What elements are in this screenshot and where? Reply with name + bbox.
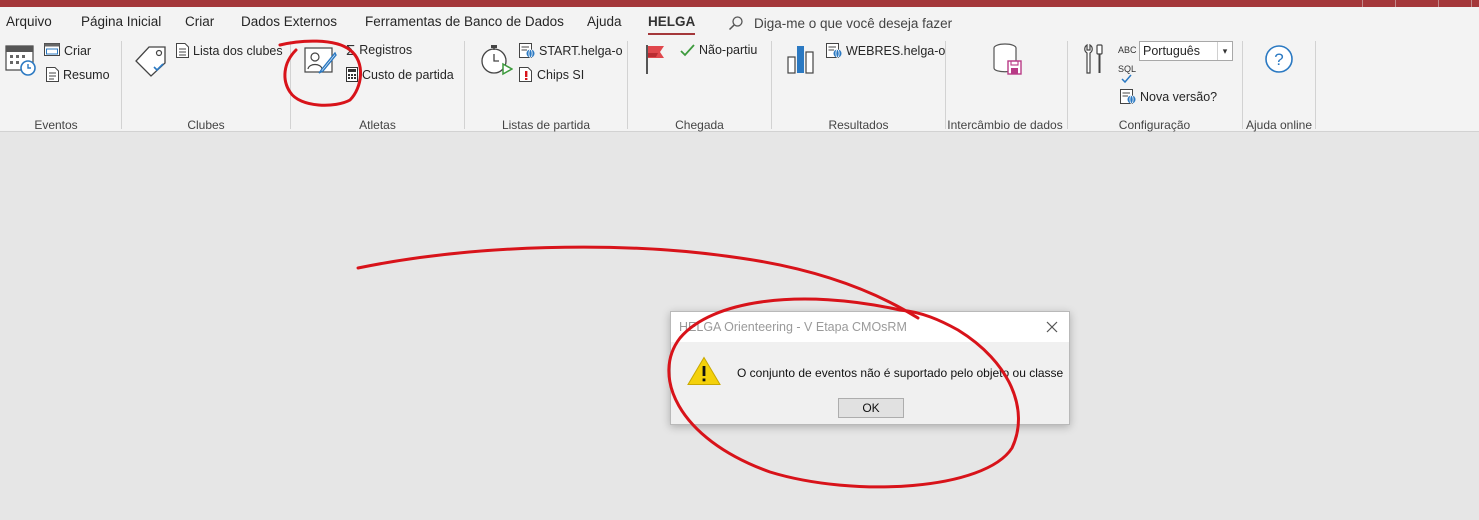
- web-doc-icon: [519, 43, 535, 58]
- group-label-chegada: Chegada: [675, 118, 724, 132]
- calendar-clock-icon: [5, 45, 36, 76]
- calculator-icon: [346, 67, 358, 82]
- group-label-resultados: Resultados: [828, 118, 889, 132]
- group-separator: [771, 41, 772, 129]
- group-label-intercambio: Intercâmbio de dados: [947, 118, 1063, 132]
- group-separator: [1067, 41, 1068, 129]
- tab-ferramentas-bd[interactable]: Ferramentas de Banco de Dados: [365, 14, 564, 29]
- group-separator: [121, 41, 122, 129]
- criar-label: Criar: [64, 43, 92, 58]
- web-doc-icon: [1120, 89, 1136, 104]
- criar-evento-button[interactable]: Criar: [44, 43, 91, 58]
- language-select[interactable]: Português ▾: [1139, 41, 1233, 61]
- chegada-button[interactable]: [645, 43, 669, 78]
- report-icon: [46, 67, 59, 82]
- group-separator: [1315, 41, 1316, 129]
- tab-ajuda[interactable]: Ajuda: [587, 14, 622, 29]
- tools-icon: [1084, 43, 1103, 74]
- group-label-ajuda: Ajuda online: [1245, 118, 1313, 132]
- registros-button[interactable]: Σ Registros: [346, 41, 413, 59]
- window-control-ghost: [1362, 0, 1396, 7]
- search-icon: [728, 16, 743, 31]
- bar-chart-icon: [787, 46, 814, 74]
- webres-helga-label: WEBRES.helga-o: [846, 43, 946, 58]
- group-separator: [290, 41, 291, 129]
- database-save-icon: [993, 43, 1022, 75]
- sigma-icon: Σ: [346, 41, 356, 59]
- group-label-clubes: Clubes: [187, 118, 225, 132]
- ajuda-online-button[interactable]: ?: [1264, 44, 1294, 77]
- webres-helga-button[interactable]: WEBRES.helga-o: [826, 43, 945, 58]
- ribbon: Criar Resumo Eventos Lista dos clubes Cl…: [0, 37, 1479, 132]
- group-separator: [464, 41, 465, 129]
- listas-partida-button[interactable]: [479, 44, 514, 79]
- nao-partiu-label: Não-partiu: [699, 43, 758, 57]
- configuracao-tools-button[interactable]: [1083, 43, 1105, 78]
- tab-pagina-inicial[interactable]: Página Inicial: [81, 14, 161, 29]
- help-icon: ?: [1265, 45, 1293, 73]
- resultados-button[interactable]: [787, 44, 815, 77]
- intercambio-dados-button[interactable]: [993, 43, 1023, 80]
- registros-label: Registros: [359, 43, 413, 57]
- custo-partida-button[interactable]: Custo de partida: [346, 67, 454, 82]
- person-edit-icon: [304, 47, 337, 74]
- chips-si-label: Chips SI: [537, 67, 585, 82]
- group-separator: [945, 41, 946, 129]
- abc-icon: ABC: [1118, 45, 1137, 55]
- dialog-message: O conjunto de eventos não é suportado pe…: [737, 366, 1064, 380]
- doc-alert-icon: [519, 67, 532, 82]
- nao-partiu-button[interactable]: Não-partiu: [680, 43, 757, 57]
- group-separator: [627, 41, 628, 129]
- tell-me-text: Diga-me o que você deseja fazer: [754, 15, 953, 31]
- atletas-edit-button[interactable]: [304, 45, 338, 80]
- resumo-button[interactable]: Resumo: [46, 67, 110, 82]
- web-doc-icon: [826, 43, 842, 58]
- chips-si-button[interactable]: Chips SI: [519, 67, 584, 82]
- close-button[interactable]: [1041, 316, 1063, 338]
- error-dialog: HELGA Orienteering - V Etapa CMOsRM O co…: [670, 311, 1070, 425]
- check-icon: [1121, 74, 1132, 84]
- eventos-button[interactable]: [5, 43, 37, 80]
- start-helga-label: START.helga-o: [539, 43, 623, 58]
- close-icon: [1046, 321, 1058, 333]
- custo-partida-label: Custo de partida: [362, 67, 454, 82]
- svg-text:?: ?: [1274, 50, 1283, 69]
- clubes-button[interactable]: [134, 45, 168, 80]
- sql-label: SQL: [1118, 64, 1137, 74]
- ribbon-tabs: Arquivo Página Inicial Criar Dados Exter…: [0, 7, 1479, 37]
- dialog-title-bar: HELGA Orienteering - V Etapa CMOsRM: [671, 312, 1069, 342]
- new-form-icon: [44, 43, 60, 56]
- window-control-ghost: [1438, 0, 1472, 7]
- finish-flag-icon: [646, 45, 664, 74]
- nova-versao-label: Nova versão?: [1140, 89, 1218, 104]
- start-helga-button[interactable]: START.helga-o: [519, 43, 623, 58]
- sql-check-icon[interactable]: SQL: [1118, 64, 1137, 84]
- group-label-eventos: Eventos: [34, 118, 78, 132]
- tab-criar[interactable]: Criar: [185, 14, 214, 29]
- tag-icon: [135, 46, 166, 77]
- group-separator: [1242, 41, 1243, 129]
- dialog-body: O conjunto de eventos não é suportado pe…: [671, 342, 1069, 424]
- dialog-title: HELGA Orienteering - V Etapa CMOsRM: [679, 320, 907, 334]
- stopwatch-icon: [481, 45, 514, 76]
- tell-me-search[interactable]: Diga-me o que você deseja fazer: [728, 12, 952, 34]
- nova-versao-button[interactable]: Nova versão?: [1120, 89, 1217, 104]
- title-bar-strip: [0, 0, 1479, 7]
- check-icon: [680, 43, 695, 56]
- tab-dados-externos[interactable]: Dados Externos: [241, 14, 337, 29]
- tab-arquivo[interactable]: Arquivo: [6, 14, 52, 29]
- chevron-down-icon[interactable]: ▾: [1217, 42, 1232, 60]
- lista-clubes-label: Lista dos clubes: [193, 43, 283, 58]
- lista-clubes-button[interactable]: Lista dos clubes: [176, 43, 283, 58]
- group-label-listas: Listas de partida: [501, 118, 591, 132]
- tab-helga[interactable]: HELGA: [648, 14, 696, 35]
- warning-icon: [687, 356, 721, 385]
- group-label-configuracao: Configuração: [1118, 118, 1191, 132]
- resumo-label: Resumo: [63, 67, 110, 82]
- ok-button[interactable]: OK: [838, 398, 904, 418]
- language-value: Português: [1143, 44, 1200, 58]
- group-label-atletas: Atletas: [359, 118, 396, 132]
- list-doc-icon: [176, 43, 189, 58]
